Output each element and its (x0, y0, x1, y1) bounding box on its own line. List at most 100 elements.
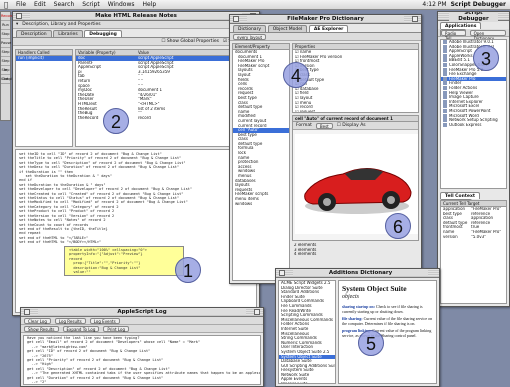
tab-libraries[interactable]: Libraries (53, 30, 83, 37)
value-column-header[interactable]: Value (138, 50, 149, 55)
app-row[interactable]: Outlook Express (441, 122, 506, 128)
show-global-checkbox[interactable]: ☐ Show Global Properties (161, 39, 219, 44)
application-icon (443, 44, 447, 49)
debug-options-row: ☐ Show Global Properties ☑ Show Locals (13, 38, 259, 46)
app-menu[interactable]: Script Debugger (451, 1, 506, 8)
stop-button[interactable]: Stop (1, 30, 10, 39)
path-row: every layout (230, 33, 421, 41)
app-name: Microsoft PowerPoint (449, 108, 491, 113)
menu-file[interactable]: File (12, 1, 30, 8)
footer-counts: 2 elements 3 elements 4 elements (292, 243, 419, 257)
properties-pane[interactable]: Properties ☑ name ☑ FileMaker Pro version… (292, 43, 419, 113)
close-box-icon[interactable] (24, 309, 30, 315)
menu-windows[interactable]: Windows (104, 1, 139, 8)
app-name: AppleWorks (449, 53, 473, 58)
suite-tree[interactable]: ACME Script Widgets 2.5 Dialog Director S… (278, 280, 336, 384)
applescript-log-window: AppleScript Log Clear Log Log Results Lo… (20, 307, 264, 387)
filemaker-dictionary-window: FileMaker Pro Dictionary Dictionary Obje… (229, 14, 422, 284)
tab-ae-explorer[interactable]: AE Explorer (308, 25, 349, 32)
suite-documentation: System Object Suite objects sharing star… (338, 280, 437, 384)
handler-item[interactable]: run (implicit) (16, 56, 72, 61)
compile-button[interactable]: Compile (1, 75, 15, 84)
element-list: documents document 1 FileMaker Pro FileMake… (233, 50, 289, 206)
apple-menu-icon[interactable]:  (0, 1, 12, 9)
path-popup[interactable]: every layout (233, 33, 267, 40)
menu-help[interactable]: Help (139, 1, 161, 8)
print-log-button[interactable]: Print Log (103, 325, 129, 332)
palette-titlebar[interactable]: Script Debugger (438, 12, 509, 22)
log-titlebar[interactable]: AppleScript Log (21, 308, 263, 317)
application-icon (443, 72, 447, 77)
application-icon (443, 58, 447, 63)
palette-tabs: Applications Library (438, 21, 509, 36)
disclosure-triangle-icon[interactable]: ▾ (16, 22, 18, 27)
tab-debugging[interactable]: Debugging (84, 30, 122, 37)
step-button[interactable]: Step (1, 48, 10, 57)
application-icon (443, 118, 447, 123)
step-out-button[interactable]: Step Out (1, 66, 10, 81)
description-row[interactable]: ▾ Description, Library and Properties (13, 21, 259, 29)
additions-titlebar[interactable]: Additions Dictionary (276, 269, 439, 278)
property-row[interactable]: ☑ request (293, 109, 418, 113)
variable-column-header[interactable]: Variable (Property) (78, 50, 138, 55)
element-row[interactable]: windows (233, 202, 289, 207)
property-name: request (299, 109, 316, 113)
clear-log-button[interactable]: Clear Log (24, 317, 51, 324)
property-name: layout (299, 95, 313, 100)
format-popup[interactable]: Best (315, 122, 333, 129)
pause-button[interactable]: Pause (1, 39, 11, 48)
application-icon (443, 49, 447, 54)
app-name: Help Viewer (449, 90, 473, 95)
app-name: Internet Explorer (449, 99, 483, 104)
application-icon (443, 122, 447, 127)
callout-3: 3 (473, 45, 499, 71)
close-box-icon[interactable] (16, 13, 22, 19)
close-box-icon[interactable] (233, 16, 239, 22)
tell-context-pane[interactable]: Current Tell Target application "FileMake… (440, 200, 507, 304)
tell-row[interactable]: version "5.0v3" (441, 235, 506, 240)
script-window-titlebar[interactable]: Make HTML Release Notes (13, 12, 259, 21)
show-global-label: Show Global Properties (166, 39, 219, 44)
step-in-button[interactable]: Step In (1, 57, 10, 72)
suite-row[interactable]: Process Suite (279, 382, 335, 383)
zoom-box-icon[interactable] (412, 16, 418, 22)
display-as-checkbox[interactable]: ☐ Display As (337, 123, 366, 128)
tab-tell-context[interactable]: Tell Context (440, 192, 481, 199)
tab-dictionary[interactable]: Dictionary (233, 25, 267, 32)
expand-log-button[interactable]: Expand To Log (62, 325, 100, 332)
menu-search[interactable]: Search (50, 1, 79, 8)
tell-property: version (443, 234, 458, 239)
tab-object-model[interactable]: Object Model (267, 25, 308, 32)
tab-description[interactable]: Description (16, 30, 52, 37)
menu-script[interactable]: Script (78, 1, 103, 8)
zoom-box-icon[interactable] (254, 309, 260, 315)
callout-5: 5 (358, 330, 384, 356)
app-name: Outlook Express (449, 122, 482, 127)
application-icon (443, 108, 447, 113)
menu-bar-right: 4:12 PM Script Debugger (422, 1, 510, 8)
radio-tell-button[interactable]: Radio Tell (441, 29, 466, 41)
element-tree[interactable]: Element/Property documents document 1 File… (232, 43, 290, 281)
filemaker-dictionary-titlebar[interactable]: FileMaker Pro Dictionary (230, 15, 421, 24)
clock[interactable]: 4:12 PM (422, 1, 446, 8)
log-events-button[interactable]: Log Events (89, 317, 120, 324)
code-lines: set theID to cell "ID" of record 2 of do… (16, 150, 256, 245)
script-editor[interactable]: set theID to cell "ID" of record 2 of do… (15, 149, 257, 313)
run-button[interactable]: Run (1, 21, 10, 30)
application-icon (443, 104, 447, 109)
app-name: Finder (449, 81, 462, 86)
property-name: database (299, 86, 319, 91)
record-button[interactable]: Record (1, 12, 13, 21)
application-icon (443, 76, 447, 81)
tab-applications[interactable]: Applications (440, 22, 482, 29)
menu-edit[interactable]: Edit (30, 1, 50, 8)
handlers-pane[interactable]: Handlers Called run (implicit) (15, 49, 73, 147)
show-results-button[interactable]: Show Results (24, 325, 59, 332)
open-dictionary-button[interactable]: Open Dictionary (469, 29, 506, 41)
log-text[interactable]: Have you noticed the last line you have … (23, 335, 261, 385)
tell-rows: application "FileMaker Pro" best type refer… (441, 207, 506, 239)
close-box-icon[interactable] (279, 270, 285, 276)
menu-bar:  File Edit Search Script Windows Help 4… (0, 0, 510, 10)
log-results-button[interactable]: Log Results (54, 317, 86, 324)
filemaker-dictionary-title: FileMaker Pro Dictionary (247, 16, 404, 22)
